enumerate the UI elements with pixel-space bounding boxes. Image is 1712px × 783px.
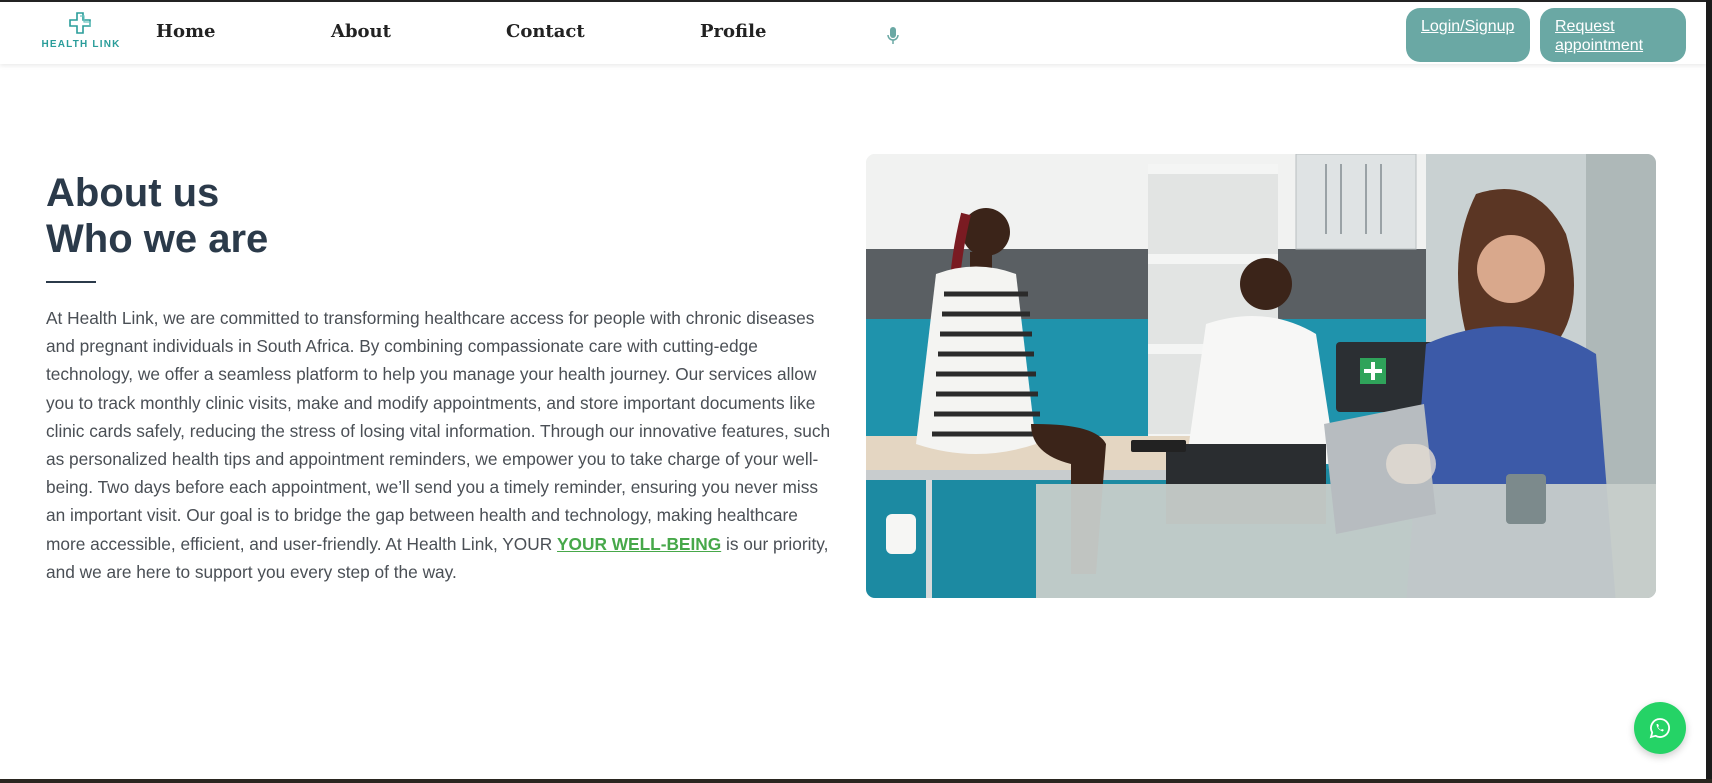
nav-profile[interactable]: Profile xyxy=(700,21,766,42)
well-being-link[interactable]: YOUR WELL-BEING xyxy=(557,534,721,554)
microphone-icon[interactable] xyxy=(886,26,900,46)
bottom-edge xyxy=(0,779,1712,783)
whatsapp-icon xyxy=(1649,718,1670,739)
login-signup-button[interactable]: Login/Signup xyxy=(1406,8,1530,62)
window-edge xyxy=(1706,0,1712,783)
request-appointment-button[interactable]: Request appointment xyxy=(1540,8,1686,62)
brand-name: HEALTH LINK xyxy=(41,39,121,50)
about-title: About us xyxy=(46,171,220,215)
whatsapp-chat-button[interactable] xyxy=(1634,702,1686,754)
about-text: At Health Link, we are committed to tran… xyxy=(46,308,831,554)
who-we-are-title: Who we are xyxy=(46,217,269,261)
brand-logo[interactable]: HEALTH LINK xyxy=(40,11,122,55)
heading-divider xyxy=(46,281,96,283)
clinic-consultation-photo xyxy=(866,154,1656,598)
medical-cross-icon xyxy=(69,12,91,34)
page: HEALTH LINK Home About Contact Profile L… xyxy=(0,0,1706,783)
nav-about[interactable]: About xyxy=(331,21,391,42)
nav-home[interactable]: Home xyxy=(156,21,216,42)
clinic-illustration xyxy=(866,154,1656,598)
about-paragraph: At Health Link, we are committed to tran… xyxy=(46,304,836,586)
nav-contact[interactable]: Contact xyxy=(506,21,585,42)
about-heading: About us Who we are xyxy=(46,170,268,262)
top-navbar: HEALTH LINK Home About Contact Profile L… xyxy=(0,4,1706,64)
